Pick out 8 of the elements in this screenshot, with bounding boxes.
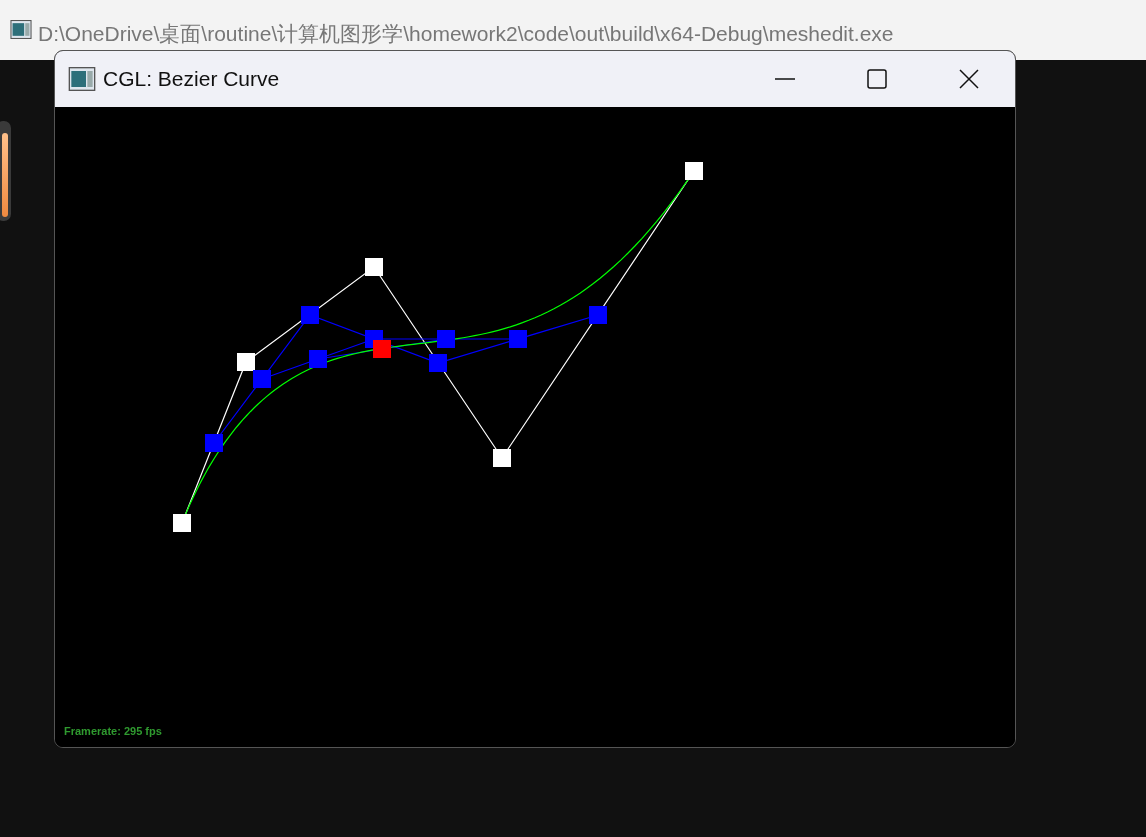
app-icon (67, 67, 97, 91)
framerate-label: Framerate: 295 fps (64, 725, 162, 737)
console-title: D:\OneDrive\桌面\routine\计算机图形学\homework2\code\out\build\x64-Debug\meshedit.exe (38, 21, 894, 47)
close-icon (959, 69, 979, 89)
window-title: CGL: Bezier Curve (103, 67, 281, 91)
app-icon (10, 20, 32, 39)
minimize-icon (775, 78, 795, 80)
maximize-icon (867, 69, 887, 89)
